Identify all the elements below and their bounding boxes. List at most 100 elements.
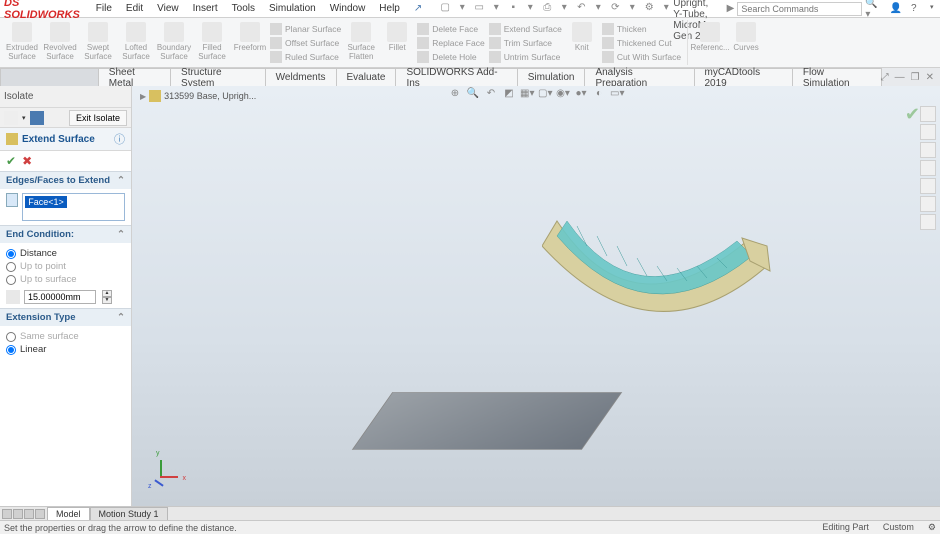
- tab-motion-study[interactable]: Motion Study 1: [90, 507, 168, 520]
- fillet-button[interactable]: Fillet: [379, 20, 415, 65]
- cmdtab-prev[interactable]: [0, 68, 99, 86]
- fm-icon-4[interactable]: [35, 509, 45, 519]
- swept-surface-button[interactable]: SweptSurface: [80, 20, 116, 65]
- prev-view-icon[interactable]: ↶: [484, 88, 498, 102]
- ok-button[interactable]: ✔: [6, 154, 16, 168]
- feature-tree-crumb[interactable]: ▶ 313599 Base, Uprigh...: [140, 90, 256, 102]
- delete-hole-button[interactable]: Delete Hole: [417, 50, 484, 64]
- status-units[interactable]: Custom: [883, 522, 914, 533]
- undo-icon[interactable]: ↶: [574, 2, 588, 16]
- taskpane-view-palette-icon[interactable]: [920, 160, 936, 176]
- cancel-button[interactable]: ✖: [22, 154, 32, 168]
- taskpane-forum-icon[interactable]: [920, 214, 936, 230]
- surface-flatten-button[interactable]: SurfaceFlatten: [343, 20, 379, 65]
- fm-icon-1[interactable]: [2, 509, 12, 519]
- options-icon[interactable]: ⚙: [642, 2, 656, 16]
- section-end-condition[interactable]: End Condition:⌃: [0, 225, 131, 243]
- orientation-triad[interactable]: y x z: [150, 458, 180, 488]
- thickened-cut-button[interactable]: Thickened Cut: [602, 36, 681, 50]
- search-go-icon[interactable]: 🔍▾: [865, 0, 877, 20]
- section-extension-type[interactable]: Extension Type⌃: [0, 308, 131, 326]
- selection-list[interactable]: Face<1>: [22, 193, 125, 221]
- isolate-icon[interactable]: [4, 111, 18, 125]
- spin-up[interactable]: ▲: [102, 290, 112, 297]
- freeform-button[interactable]: Freeform: [232, 20, 268, 65]
- selected-face[interactable]: Face<1>: [25, 196, 67, 208]
- open-icon[interactable]: ▭: [472, 2, 486, 16]
- menu-tools[interactable]: Tools: [226, 1, 261, 16]
- distance-input[interactable]: [24, 290, 96, 304]
- zoom-fit-icon[interactable]: ⊕: [448, 88, 462, 102]
- selection-filter-icon[interactable]: [6, 193, 18, 207]
- extruded-surface-button[interactable]: ExtrudedSurface: [4, 20, 40, 65]
- menu-edit[interactable]: Edit: [120, 1, 149, 16]
- lofted-surface-button[interactable]: LoftedSurface: [118, 20, 154, 65]
- boundary-surface-button[interactable]: BoundarySurface: [156, 20, 192, 65]
- replace-face-button[interactable]: Replace Face: [417, 36, 484, 50]
- cmdtab-sheetmetal[interactable]: Sheet Metal: [98, 68, 171, 86]
- search-input[interactable]: [737, 2, 862, 16]
- filled-surface-button[interactable]: FilledSurface: [194, 20, 230, 65]
- radio-up-to-point[interactable]: Up to point: [6, 260, 125, 273]
- save-icon[interactable]: ▪: [506, 2, 520, 16]
- spin-down[interactable]: ▼: [102, 297, 112, 304]
- menu-insert[interactable]: Insert: [187, 1, 224, 16]
- isolate-save-icon[interactable]: [30, 111, 44, 125]
- revolved-surface-button[interactable]: RevolvedSurface: [42, 20, 78, 65]
- offset-surface-button[interactable]: Offset Surface: [270, 36, 341, 50]
- taskpane-design-lib-icon[interactable]: [920, 124, 936, 140]
- viewport-restore-icon[interactable]: ❐: [911, 72, 920, 83]
- display-style-icon[interactable]: ▢▾: [538, 88, 552, 102]
- hide-show-icon[interactable]: ◉▾: [556, 88, 570, 102]
- ruled-surface-button[interactable]: Ruled Surface: [270, 50, 341, 64]
- tab-model[interactable]: Model: [47, 507, 90, 520]
- radio-up-to-surface[interactable]: Up to surface: [6, 273, 125, 286]
- viewport-expand-icon[interactable]: ⤢: [881, 72, 889, 83]
- cmdtab-evaluate[interactable]: Evaluate: [336, 68, 397, 86]
- viewport-close-icon[interactable]: ✕: [926, 72, 934, 83]
- untrim-surface-button[interactable]: Untrim Surface: [489, 50, 562, 64]
- menu-view[interactable]: View: [151, 1, 185, 16]
- taskpane-resources-icon[interactable]: [920, 106, 936, 122]
- taskpane-explorer-icon[interactable]: [920, 142, 936, 158]
- cmdtab-mycadtools[interactable]: myCADtools 2019: [694, 68, 793, 86]
- cmdtab-structure[interactable]: Structure System: [170, 68, 266, 86]
- trim-surface-button[interactable]: Trim Surface: [489, 36, 562, 50]
- cmdtab-weldments[interactable]: Weldments: [265, 68, 337, 86]
- fm-icon-3[interactable]: [24, 509, 34, 519]
- extend-surface-button[interactable]: Extend Surface: [489, 22, 562, 36]
- pin-icon[interactable]: ↗: [408, 1, 428, 16]
- cmdtab-analysis[interactable]: Analysis Preparation: [584, 68, 694, 86]
- view-settings-icon[interactable]: ▭▾: [610, 88, 624, 102]
- exit-isolate-button[interactable]: Exit Isolate: [69, 110, 127, 126]
- graphics-viewport[interactable]: ▶ 313599 Base, Uprigh... ⊕ 🔍 ↶ ◩ ▦▾ ▢▾ ◉…: [132, 86, 940, 506]
- confirm-corner-ok-icon[interactable]: ✔: [905, 104, 920, 125]
- view-orient-icon[interactable]: ▦▾: [520, 88, 534, 102]
- cmdtab-simulation[interactable]: Simulation: [517, 68, 586, 86]
- menu-help[interactable]: Help: [373, 1, 406, 16]
- menu-simulation[interactable]: Simulation: [263, 1, 322, 16]
- reference-geometry-button[interactable]: Referenc...: [692, 20, 728, 65]
- fm-icon-2[interactable]: [13, 509, 23, 519]
- menu-file[interactable]: File: [90, 1, 118, 16]
- delete-face-button[interactable]: Delete Face: [417, 22, 484, 36]
- cmdtab-addins[interactable]: SOLIDWORKS Add-Ins: [395, 68, 517, 86]
- status-gear-icon[interactable]: ⚙: [928, 522, 936, 533]
- zoom-area-icon[interactable]: 🔍: [466, 88, 480, 102]
- cmdtab-flowsim[interactable]: Flow Simulation: [792, 68, 882, 86]
- print-icon[interactable]: ⎙: [540, 2, 554, 16]
- user-icon[interactable]: 👤: [889, 3, 903, 14]
- taskpane-appearances-icon[interactable]: [920, 178, 936, 194]
- help-info-icon[interactable]: ⓘ: [114, 131, 125, 147]
- knit-surface-button[interactable]: Knit: [564, 20, 600, 65]
- help-icon[interactable]: ?: [907, 3, 921, 14]
- section-edges-faces[interactable]: Edges/Faces to Extend⌃: [0, 171, 131, 189]
- thicken-button[interactable]: Thicken: [602, 22, 681, 36]
- viewport-min-icon[interactable]: —: [895, 72, 905, 83]
- menu-window[interactable]: Window: [324, 1, 372, 16]
- taskpane-custom-props-icon[interactable]: [920, 196, 936, 212]
- curves-button[interactable]: Curves: [728, 20, 764, 65]
- radio-same-surface[interactable]: Same surface: [6, 330, 125, 343]
- scene-icon[interactable]: ◐: [592, 88, 606, 102]
- appearance-icon[interactable]: ●▾: [574, 88, 588, 102]
